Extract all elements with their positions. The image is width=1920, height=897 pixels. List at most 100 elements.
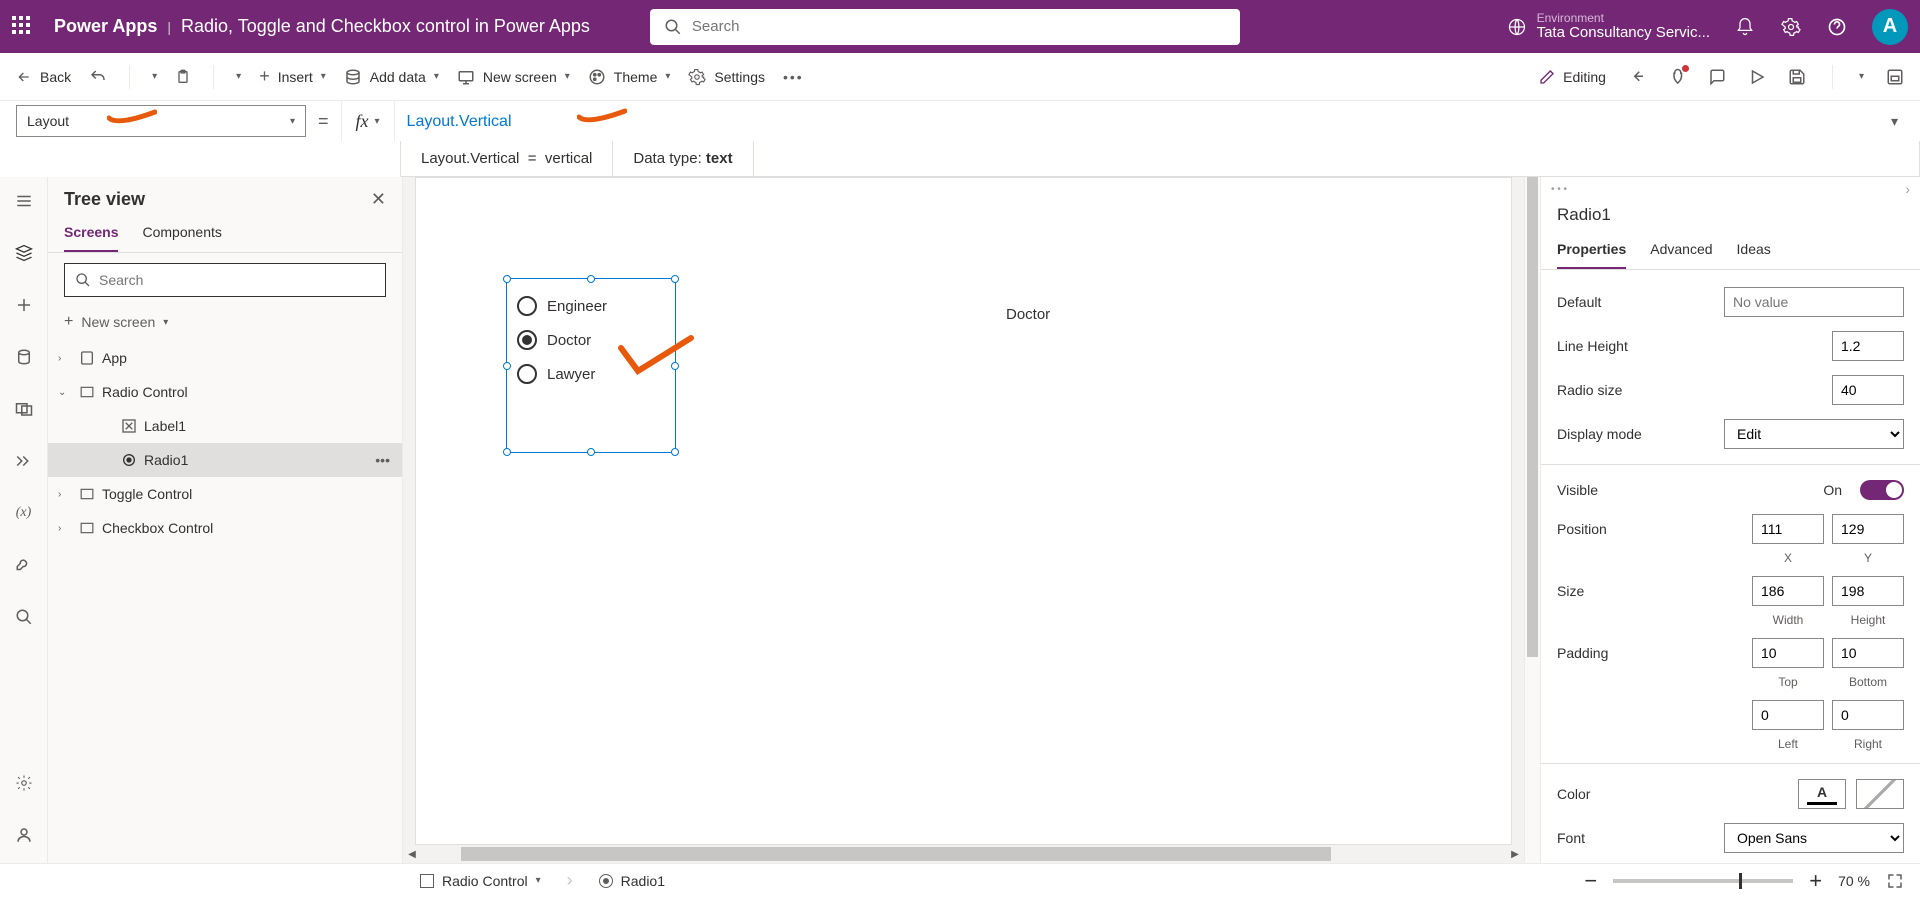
hscroll-thumb[interactable] <box>461 847 1331 861</box>
insert-button[interactable]: +Insert▾ <box>259 66 326 87</box>
canvas-vscroll[interactable] <box>1524 177 1540 863</box>
tree-search[interactable] <box>64 263 386 297</box>
rail-settings[interactable] <box>12 771 36 795</box>
scroll-left-icon[interactable]: ◀ <box>403 849 421 860</box>
pad-left-input[interactable] <box>1752 700 1824 730</box>
tree-node-app[interactable]: ›App <box>48 341 402 375</box>
properties-panel: • • •› Radio1 Properties Advanced Ideas … <box>1540 177 1920 863</box>
tree-node-checkbox-control[interactable]: ›Checkbox Control <box>48 511 402 545</box>
search-input[interactable] <box>692 18 1226 35</box>
scroll-right-icon[interactable]: ▶ <box>1506 849 1524 860</box>
new-screen-button[interactable]: New screen▾ <box>457 68 570 86</box>
tab-ideas[interactable]: Ideas <box>1737 235 1771 269</box>
pos-y-input[interactable] <box>1832 514 1904 544</box>
rail-power-automate[interactable] <box>12 449 36 473</box>
settings-icon[interactable] <box>1780 16 1802 38</box>
back-button[interactable]: Back <box>16 69 71 85</box>
pos-x-input[interactable] <box>1752 514 1824 544</box>
visible-toggle[interactable] <box>1860 480 1904 500</box>
rail-tree-view[interactable] <box>12 241 36 265</box>
pad-top-input[interactable] <box>1752 638 1824 668</box>
fx-button[interactable]: fx▾ <box>341 101 395 141</box>
comments-icon[interactable] <box>1708 68 1726 86</box>
command-bar: Back ▾ ▾ +Insert▾ Add data▾ New screen▾ … <box>0 53 1920 101</box>
selected-control-name: Radio1 <box>1541 201 1920 235</box>
zoom-in-icon[interactable]: + <box>1809 868 1822 894</box>
more-button[interactable]: ••• <box>783 69 804 85</box>
notifications-icon[interactable] <box>1734 16 1756 38</box>
rail-virtual-agent[interactable] <box>12 823 36 847</box>
app-checker-icon[interactable] <box>1668 68 1686 86</box>
settings-button[interactable]: Settings <box>688 68 765 86</box>
tree-node-radio1[interactable]: Radio1••• <box>48 443 402 477</box>
undo-chevron[interactable]: ▾ <box>152 71 157 82</box>
width-input[interactable] <box>1752 576 1824 606</box>
rail-search[interactable] <box>12 605 36 629</box>
editing-mode[interactable]: Editing <box>1539 69 1606 85</box>
expand-formula-icon[interactable]: ▾ <box>1885 113 1904 130</box>
zoom-slider[interactable] <box>1613 879 1793 883</box>
props-collapse[interactable]: • • •› <box>1541 177 1920 201</box>
help-icon[interactable] <box>1826 16 1848 38</box>
more-icon[interactable]: ••• <box>375 452 390 468</box>
property-selector[interactable]: Layout ▾ <box>16 105 306 137</box>
tree-node-label1[interactable]: Label1 <box>48 409 402 443</box>
radio-option-0[interactable]: Engineer <box>517 289 665 323</box>
breadcrumb-control[interactable]: Radio1 <box>589 869 675 893</box>
tab-properties[interactable]: Properties <box>1557 235 1626 269</box>
waffle-icon[interactable] <box>12 16 34 38</box>
rail-media[interactable] <box>12 397 36 421</box>
tree-node-radio-control[interactable]: ⌄Radio Control <box>48 375 402 409</box>
tab-components[interactable]: Components <box>142 214 221 252</box>
separator: | <box>167 19 171 35</box>
share-icon[interactable] <box>1628 68 1646 86</box>
default-input[interactable] <box>1724 287 1904 317</box>
canvas[interactable]: Engineer Doctor Lawyer Doctor ◀ ▶ <box>403 177 1524 863</box>
rail-variables[interactable]: (x) <box>12 501 36 525</box>
pad-right-input[interactable] <box>1832 700 1904 730</box>
formula-input[interactable]: Layout.Vertical <box>407 111 1873 131</box>
global-search[interactable] <box>650 9 1240 45</box>
tab-advanced[interactable]: Advanced <box>1650 235 1712 269</box>
undo-button[interactable] <box>89 68 107 86</box>
theme-button[interactable]: Theme▾ <box>588 68 671 86</box>
rail-data[interactable] <box>12 345 36 369</box>
environment-picker[interactable]: Environment Tata Consultancy Servic... <box>1507 12 1710 42</box>
rail-hamburger[interactable] <box>12 189 36 213</box>
tree-view-panel: Tree view ✕ Screens Components +New scre… <box>48 177 403 863</box>
rail-advanced-tools[interactable] <box>12 553 36 577</box>
close-icon[interactable]: ✕ <box>371 189 386 210</box>
canvas-page[interactable]: Engineer Doctor Lawyer Doctor <box>415 177 1512 845</box>
canvas-hscroll[interactable]: ◀ ▶ <box>403 845 1524 863</box>
vscroll-thumb[interactable] <box>1527 177 1538 657</box>
env-name: Tata Consultancy Servic... <box>1537 25 1710 42</box>
app-name: Power Apps <box>54 16 157 37</box>
zoom-out-icon[interactable]: − <box>1584 868 1597 894</box>
tree-node-toggle-control[interactable]: ›Toggle Control <box>48 477 402 511</box>
radio-size-input[interactable] <box>1832 375 1904 405</box>
env-label: Environment <box>1537 12 1710 25</box>
save-chevron[interactable]: ▾ <box>1859 71 1864 82</box>
pad-bottom-input[interactable] <box>1832 638 1904 668</box>
display-mode-select[interactable]: Edit <box>1724 419 1904 449</box>
label1-control[interactable]: Doctor <box>1006 306 1050 323</box>
breadcrumb-screen[interactable]: Radio Control▾ <box>410 869 551 893</box>
add-data-button[interactable]: Add data▾ <box>344 68 439 86</box>
tab-screens[interactable]: Screens <box>64 214 118 252</box>
line-height-input[interactable] <box>1832 331 1904 361</box>
font-color-button[interactable]: A <box>1798 779 1846 809</box>
paste-chevron[interactable]: ▾ <box>236 71 241 82</box>
avatar[interactable]: A <box>1872 9 1908 45</box>
formula-result: Layout.Vertical = vertical Data type: te… <box>400 141 1920 177</box>
tree-search-input[interactable] <box>99 272 375 288</box>
preview-icon[interactable] <box>1748 68 1766 86</box>
fill-color-button[interactable] <box>1856 779 1904 809</box>
paste-button[interactable] <box>175 68 191 86</box>
publish-icon[interactable] <box>1886 68 1904 86</box>
new-screen-link[interactable]: +New screen▾ <box>48 307 402 337</box>
fit-to-window-icon[interactable] <box>1886 872 1904 890</box>
rail-insert[interactable] <box>12 293 36 317</box>
height-input[interactable] <box>1832 576 1904 606</box>
save-icon[interactable] <box>1788 68 1806 86</box>
font-select[interactable]: Open Sans <box>1724 823 1904 853</box>
